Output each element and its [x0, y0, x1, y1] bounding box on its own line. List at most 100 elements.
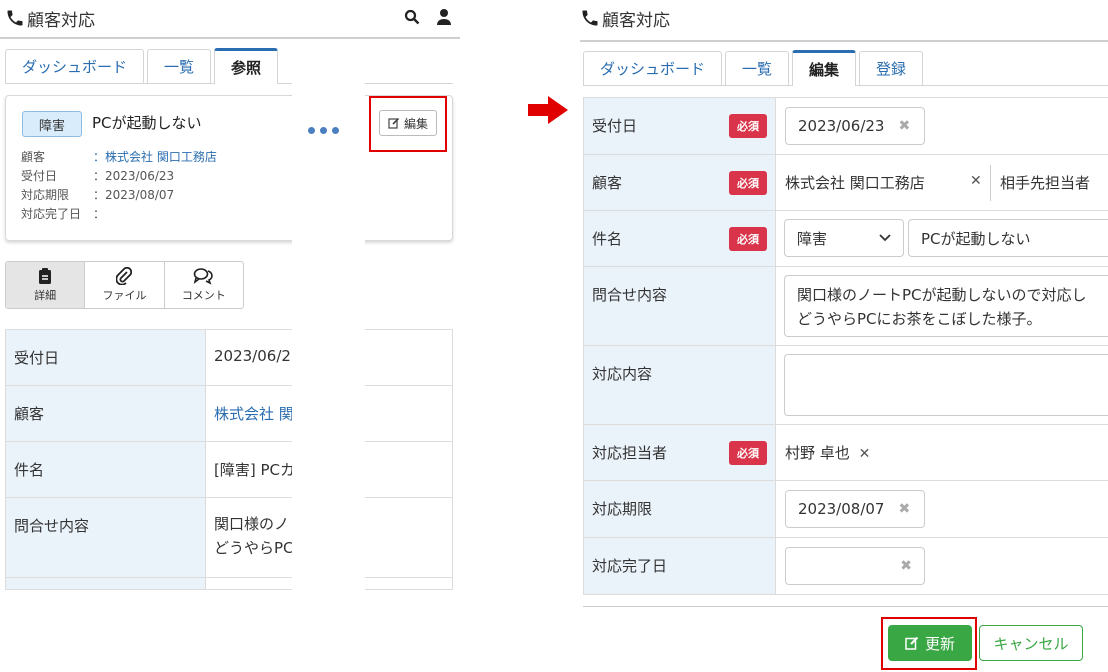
- field-label: 対応期限: [583, 480, 776, 538]
- field-label: 顧客 必須: [583, 154, 776, 211]
- form-row: 対応完了日 ✖: [583, 537, 1108, 595]
- view-detail[interactable]: 詳細: [6, 262, 86, 308]
- inquiry-textarea[interactable]: 関口様のノートPCが起動しないので対応し どうやらPCにお茶をこぼした様子。: [784, 275, 1108, 337]
- remove-assignee-icon[interactable]: ✕: [859, 446, 871, 462]
- edit-icon: [905, 636, 919, 650]
- edit-icon: [388, 117, 400, 129]
- field-label: 件名 必須: [583, 210, 776, 267]
- card-label: 対応完了日: [21, 207, 82, 221]
- update-button[interactable]: 更新: [888, 625, 972, 661]
- tab-dashboard[interactable]: ダッシュボード: [5, 49, 145, 83]
- completed-date-input[interactable]: ✖: [785, 547, 925, 585]
- response-textarea[interactable]: [784, 354, 1108, 416]
- field-label: 対応完了日: [583, 537, 776, 595]
- update-button-label: 更新: [924, 634, 955, 653]
- field-label: 対応担当者 必須: [583, 424, 776, 481]
- paperclip-icon: [116, 267, 133, 285]
- header-divider: [580, 40, 1108, 42]
- form-row: 顧客 必須 株式会社 関口工務店 ✕ 相手先担当者: [583, 154, 1108, 211]
- tab-list[interactable]: 一覧: [147, 49, 212, 83]
- table-mask: [292, 329, 365, 590]
- tab-list[interactable]: 一覧: [725, 51, 790, 85]
- deadline-input[interactable]: 2023/08/07 ✖: [785, 490, 925, 528]
- cancel-button-label: キャンセル: [993, 634, 1069, 653]
- view-files-label: ファイル: [102, 289, 147, 302]
- row-label: 顧客: [5, 385, 206, 442]
- contact-field[interactable]: 相手先担当者: [1000, 172, 1090, 193]
- search-icon[interactable]: [404, 9, 420, 25]
- ellipsis-dots: [308, 127, 339, 134]
- card-details: 顧客 ：株式会社 関口工務店 受付日 ：2023/06/23 対応期限 ：2023/0…: [21, 148, 217, 224]
- row-label: 件名: [5, 441, 206, 498]
- required-badge: 必須: [729, 441, 767, 465]
- card-value: ：2023/06/23: [93, 169, 175, 183]
- field-label: 受付日 必須: [583, 97, 776, 155]
- row-label: 問合せ内容: [5, 497, 206, 578]
- assignee-value: 村野 卓也: [785, 444, 850, 462]
- comments-icon: [193, 268, 213, 285]
- table-row: 受付日 2023/06/2: [5, 329, 453, 386]
- response-cell: [775, 345, 1108, 425]
- clear-icon[interactable]: ✖: [898, 501, 910, 517]
- received-date-cell: 2023/06/23 ✖: [775, 97, 1108, 155]
- edit-button-label: 編集: [403, 116, 428, 131]
- clear-icon[interactable]: ✖: [900, 558, 912, 574]
- tab-view[interactable]: 参照: [214, 48, 279, 84]
- app-title: 顧客対応: [27, 10, 95, 31]
- form-row: 受付日 必須 2023/06/23 ✖: [583, 97, 1108, 155]
- form-row: 件名 必須 障害 PCが起動しない: [583, 210, 1108, 267]
- assignee-cell: 村野 卓也 ✕: [775, 424, 1108, 481]
- edit-button[interactable]: 編集: [379, 110, 437, 136]
- customer-cell: 株式会社 関口工務店 ✕ 相手先担当者: [775, 154, 1108, 211]
- category-badge: 障害: [22, 111, 82, 137]
- required-badge: 必須: [729, 114, 767, 138]
- received-date-input[interactable]: 2023/06/23 ✖: [785, 107, 925, 145]
- required-badge: 必須: [729, 171, 767, 195]
- right-tabs: ダッシュボード 一覧 編集 登録: [583, 48, 1108, 86]
- card-title: PCが起動しない: [92, 114, 202, 132]
- phone-icon: [7, 10, 23, 26]
- app-header: 顧客対応: [580, 0, 1108, 36]
- required-badge: 必須: [729, 227, 767, 251]
- row-label: 受付日: [5, 329, 206, 386]
- detail-table: 受付日 2023/06/2 顧客 株式会社 関 件名 [障害] PCカ 問合せ内容 関口…: [5, 329, 453, 590]
- left-panel: 顧客対応 ダッシュボード 一覧 参照 障害 PCが起動しない 顧客 ：株式会社 関…: [0, 0, 460, 590]
- left-tabs: ダッシュボード 一覧 参照: [5, 46, 453, 84]
- remove-customer-icon[interactable]: ✕: [970, 173, 982, 189]
- deadline-cell: 2023/08/07 ✖: [775, 480, 1108, 538]
- card-value: ：2023/08/07: [93, 188, 175, 202]
- table-row: 件名 [障害] PCカ: [5, 441, 453, 498]
- header-divider: [0, 37, 460, 39]
- tab-edit[interactable]: 編集: [792, 50, 857, 86]
- card-label: 顧客: [21, 150, 46, 164]
- form-row: 対応期限 2023/08/07 ✖: [583, 480, 1108, 538]
- category-select[interactable]: 障害: [784, 219, 904, 257]
- view-files[interactable]: ファイル: [85, 262, 165, 308]
- customer-link[interactable]: ：株式会社 関口工務店: [93, 150, 217, 164]
- subject-cell: 障害 PCが起動しない: [775, 210, 1108, 267]
- field-label: 問合せ内容: [583, 266, 776, 346]
- clear-icon[interactable]: ✖: [898, 118, 910, 134]
- view-switcher: 詳細 ファイル コメント: [5, 261, 244, 309]
- inquiry-cell: 関口様のノートPCが起動しないので対応し どうやらPCにお茶をこぼした様子。: [775, 266, 1108, 346]
- tab-dashboard[interactable]: ダッシュボード: [583, 51, 723, 85]
- app-title: 顧客対応: [602, 10, 670, 31]
- form-row: 対応内容: [583, 345, 1108, 425]
- view-detail-label: 詳細: [34, 289, 57, 302]
- app-header: 顧客対応: [5, 0, 460, 36]
- card-label: 受付日: [21, 169, 58, 183]
- table-row: 顧客 株式会社 関: [5, 385, 453, 442]
- footer-divider: [583, 606, 1108, 607]
- subject-input[interactable]: PCが起動しない: [908, 219, 1108, 257]
- card-value: ：: [93, 207, 106, 221]
- tab-register[interactable]: 登録: [859, 51, 924, 85]
- clipboard-icon: [39, 268, 52, 284]
- arrow-right-icon: [528, 96, 568, 124]
- card-label: 対応期限: [21, 188, 70, 202]
- view-comments[interactable]: コメント: [165, 262, 243, 308]
- edit-form: 受付日 必須 2023/06/23 ✖ 顧客 必須 株式会社 関口工務店 ✕ 相手先担…: [583, 97, 1108, 595]
- customer-value: 株式会社 関口工務店: [785, 174, 925, 192]
- cancel-button[interactable]: キャンセル: [979, 625, 1083, 661]
- table-row: [5, 577, 453, 590]
- user-icon[interactable]: [436, 8, 452, 26]
